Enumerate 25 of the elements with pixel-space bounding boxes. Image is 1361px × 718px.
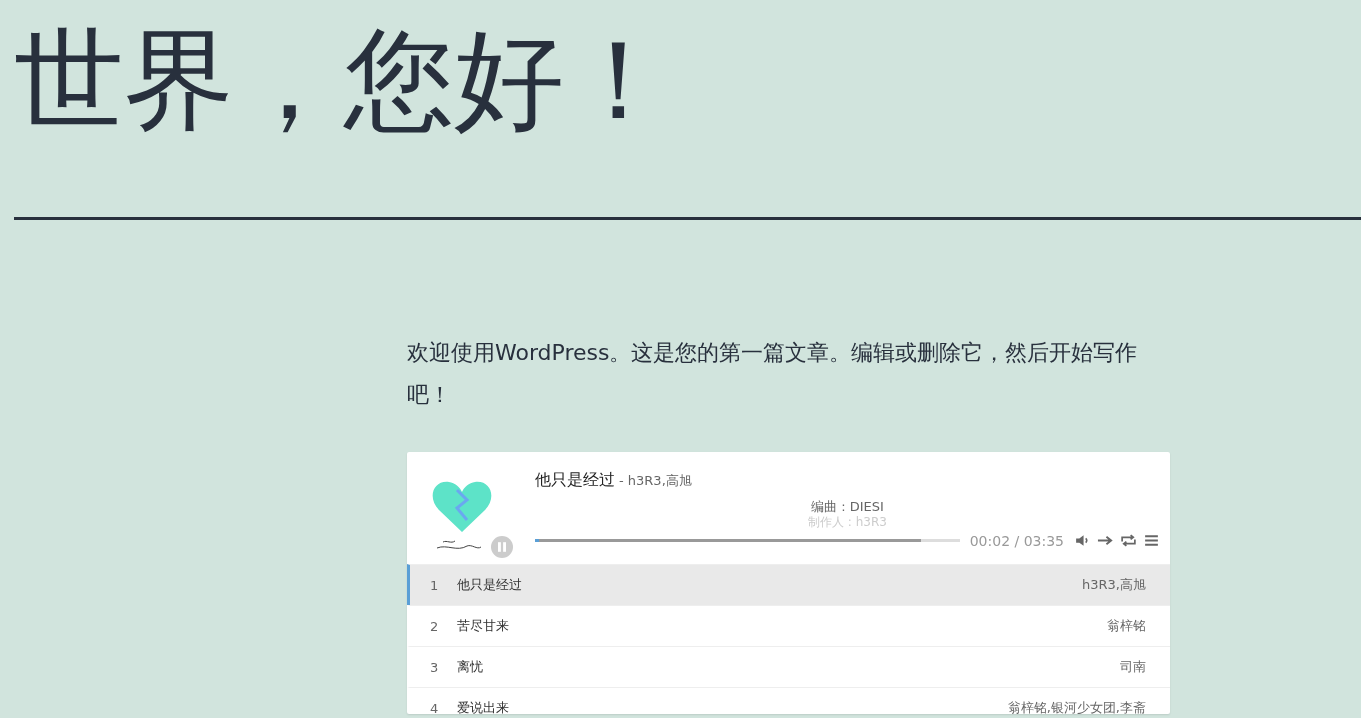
time-display: 00:02 / 03:35 xyxy=(969,532,1064,549)
track-number: 2 xyxy=(430,618,440,634)
track-number: 4 xyxy=(430,700,440,714)
playlist-item[interactable]: 3 离忧 司南 xyxy=(407,646,1170,687)
playlist-item[interactable]: 4 爱说出来 翁梓铭,银河少女团,李斋 xyxy=(407,687,1170,714)
volume-icon[interactable] xyxy=(1074,532,1091,549)
playlist-item[interactable]: 2 苦尽甘来 翁梓铭 xyxy=(407,605,1170,646)
lyric-line: 编曲 : DIESI xyxy=(810,498,885,515)
track-artist: h3R3,高旭 xyxy=(1082,576,1146,594)
track-number: 1 xyxy=(430,577,440,593)
song-artist: - h3R3,高旭 xyxy=(619,473,692,488)
song-title: 他只是经过 xyxy=(535,470,615,489)
page-title: 世界，您好！ xyxy=(13,15,675,146)
track-number: 3 xyxy=(430,659,440,675)
track-artist: 翁梓铭,银河少女团,李斋 xyxy=(1007,699,1146,714)
track-artist: 翁梓铭 xyxy=(1107,617,1146,635)
post-paragraph: 欢迎使用WordPress。这是您的第一篇文章。编辑或删除它，然后开始写作吧！ xyxy=(407,339,1139,409)
playlist-item[interactable]: 1 他只是经过 h3R3,高旭 xyxy=(407,564,1170,605)
track-title: 他只是经过 xyxy=(457,576,523,594)
track-title: 爱说出来 xyxy=(457,699,510,714)
track-artist: 司南 xyxy=(1120,658,1146,676)
track-title: 苦尽甘来 xyxy=(457,617,510,635)
repeat-icon[interactable] xyxy=(1120,532,1137,549)
track-title: 离忧 xyxy=(457,658,484,676)
menu-icon[interactable] xyxy=(1143,532,1160,549)
